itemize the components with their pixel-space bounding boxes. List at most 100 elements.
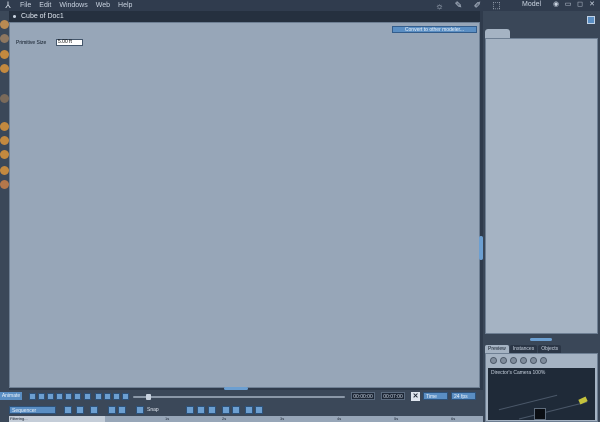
snap-label: Snap (147, 407, 159, 413)
snap-toggle-icon[interactable] (136, 406, 144, 414)
play-icon[interactable] (56, 393, 63, 400)
timeline-ruler[interactable] (105, 416, 483, 422)
animate-label[interactable]: Animate (0, 392, 22, 400)
minimize-icon[interactable]: ▭ (564, 1, 572, 9)
preview-toolbar (490, 357, 547, 364)
panel-splitter[interactable] (530, 338, 552, 341)
rotate-tool-icon[interactable] (0, 34, 9, 43)
close-icon[interactable]: ✕ (588, 1, 596, 9)
view-icon[interactable]: ◉ (552, 1, 560, 9)
timeline-tick: 3s (280, 416, 285, 421)
document-workspace: Convert to other modeler... Primitive Si… (9, 22, 480, 388)
tab-preview[interactable]: Preview (485, 345, 509, 353)
camera-rotate-icon[interactable] (0, 136, 9, 145)
panel-menu-icon[interactable] (587, 16, 595, 24)
go-to-end-icon[interactable] (74, 393, 81, 400)
ease-out-icon[interactable] (197, 406, 205, 414)
rewind-icon[interactable] (47, 393, 54, 400)
next-key-icon[interactable] (65, 393, 72, 400)
camera-label: Director's Camera 100% (491, 370, 546, 376)
move-tool-icon[interactable] (0, 50, 9, 59)
scrubber-handle[interactable] (146, 394, 151, 400)
window-controls: ◉ ▭ ◻ ✕ (552, 1, 596, 9)
record-icon[interactable] (113, 393, 120, 400)
tab-objects[interactable]: Objects (538, 345, 562, 353)
camera-zoom-icon[interactable] (0, 166, 9, 175)
end-time-field[interactable]: 00:07:00 (381, 392, 405, 400)
menu-help[interactable]: Help (114, 2, 136, 9)
document-title-bar: Cube of Doc1 (9, 11, 480, 22)
timeline-tick: 2s (222, 416, 227, 421)
menu-file[interactable]: File (16, 2, 35, 9)
grid-line (498, 394, 558, 411)
search-icon[interactable] (90, 406, 98, 414)
camera-pan-icon[interactable] (0, 122, 9, 131)
panel-tab[interactable] (485, 29, 510, 38)
right-panel: Preview Instances Objects Director's Cam… (483, 11, 600, 422)
key-filter-icon[interactable] (108, 406, 116, 414)
timeline-tick: 4s (337, 416, 342, 421)
zoom-out-icon[interactable] (255, 406, 263, 414)
ease-in-icon[interactable] (186, 406, 194, 414)
preview-pane: Director's Camera 100% (485, 353, 598, 422)
go-to-start-icon[interactable] (29, 393, 36, 400)
menu-web[interactable]: Web (92, 2, 114, 9)
tab-instances[interactable]: Instances (509, 345, 538, 353)
content-room-icon[interactable]: ☼ (432, 0, 447, 11)
zoom-in-icon[interactable] (245, 406, 253, 414)
track-list[interactable]: Filtering... (9, 416, 105, 422)
panel-content (485, 38, 598, 334)
wire-sphere-icon[interactable] (530, 357, 537, 364)
menu-edit[interactable]: Edit (35, 2, 55, 9)
hand-tool-icon[interactable] (0, 20, 9, 29)
timeline-tick: 5s (394, 416, 399, 421)
primitive-size-label: Primitive Size (16, 40, 47, 46)
menu-bar: ⅄ File Edit Windows Web Help ☼ ✎ ✐ ⬚ Mod… (0, 0, 600, 11)
keyframe-icon[interactable] (122, 393, 129, 400)
fps-select[interactable]: 24 fps (451, 392, 476, 400)
sequencer-select[interactable]: Sequencer (9, 406, 56, 414)
model-room-icon[interactable]: ✎ (451, 0, 466, 11)
maximize-icon[interactable]: ◻ (576, 1, 584, 9)
timeline-tick: 1s (165, 416, 170, 421)
shaded-sphere-icon[interactable] (520, 357, 527, 364)
linear-icon[interactable] (208, 406, 216, 414)
animation-panel: Animate 00:00:00 00:07:00 ✕ Time 24 fps … (0, 390, 483, 422)
cube-icon[interactable] (510, 357, 517, 364)
zoom-tool-icon[interactable] (76, 406, 84, 414)
time-scrubber[interactable] (133, 396, 345, 398)
paint-tool-icon[interactable] (0, 94, 9, 103)
animation-controls: Animate 00:00:00 00:07:00 ✕ Time 24 fps (0, 390, 483, 402)
app-logo-icon[interactable]: ⅄ (0, 0, 16, 11)
preview-viewport[interactable]: Director's Camera 100% (488, 368, 595, 420)
primitive-size-input[interactable]: 5.00 ft (56, 39, 83, 46)
camera-fov-icon[interactable] (0, 180, 9, 189)
close-animation-icon[interactable]: ✕ (411, 392, 420, 401)
current-time-field[interactable]: 00:00:00 (351, 392, 375, 400)
grid-line (518, 401, 588, 420)
preview-tabs: Preview Instances Objects (485, 345, 562, 353)
room-switcher: ☼ ✎ ✐ ⬚ (432, 0, 504, 11)
track-filter-icon[interactable] (118, 406, 126, 414)
loop-icon[interactable] (84, 393, 91, 400)
timeline-tick: 6s (451, 416, 456, 421)
document-title: Cube of Doc1 (21, 13, 64, 20)
remove-key-icon[interactable] (104, 393, 111, 400)
collapse-icon[interactable] (232, 406, 240, 414)
scale-tool-icon[interactable] (0, 64, 9, 73)
document-dot-icon (13, 15, 16, 18)
cube-object[interactable] (534, 408, 546, 420)
move-icon[interactable] (500, 357, 507, 364)
convert-modeler-button[interactable]: Convert to other modeler... (392, 26, 477, 33)
render-room-icon[interactable]: ⬚ (489, 0, 504, 11)
material-room-icon[interactable]: ✐ (470, 0, 485, 11)
menu-windows[interactable]: Windows (55, 2, 91, 9)
expand-icon[interactable] (222, 406, 230, 414)
camera-dolly-icon[interactable] (0, 150, 9, 159)
previous-key-icon[interactable] (38, 393, 45, 400)
add-key-icon[interactable] (95, 393, 102, 400)
select-tool-icon[interactable] (64, 406, 72, 414)
add-icon[interactable] (490, 357, 497, 364)
solid-sphere-icon[interactable] (540, 357, 547, 364)
time-mode-select[interactable]: Time (423, 392, 448, 400)
